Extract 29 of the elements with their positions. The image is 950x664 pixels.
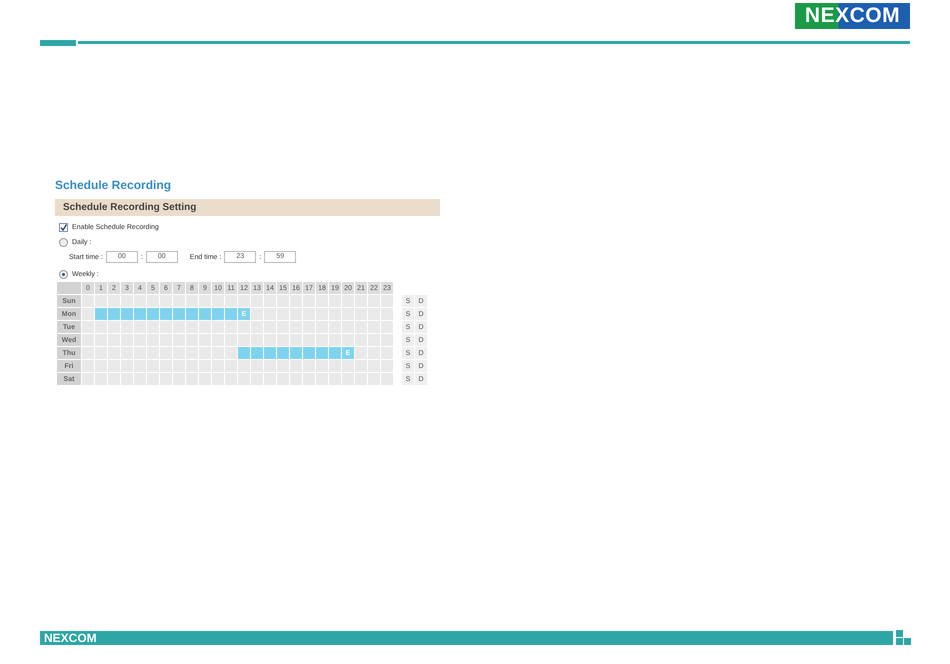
checkbox[interactable]	[59, 223, 68, 232]
scheduled-slot[interactable]	[199, 308, 211, 320]
scheduled-slot[interactable]	[251, 347, 263, 359]
squares-icon	[896, 630, 911, 645]
scheduled-slot[interactable]	[121, 308, 133, 320]
scheduled-slot[interactable]	[264, 347, 276, 359]
section-header: Schedule Recording Setting	[55, 199, 440, 216]
page-title: Schedule Recording	[55, 178, 172, 192]
scheduled-slot[interactable]	[147, 308, 159, 320]
scheduled-slot[interactable]	[173, 308, 185, 320]
header-accent-bar	[40, 40, 76, 46]
scheduled-slot[interactable]	[238, 347, 250, 359]
scheduled-slot[interactable]	[303, 347, 315, 359]
scheduled-slot[interactable]	[186, 308, 198, 320]
header-corner	[57, 282, 81, 294]
scheduled-slot[interactable]	[225, 308, 237, 320]
scheduled-slot[interactable]	[160, 308, 172, 320]
brand-logo: NEXCOM	[795, 3, 910, 29]
scheduled-slot[interactable]	[329, 347, 341, 359]
radio-button[interactable]	[59, 270, 68, 279]
radio-button[interactable]	[59, 238, 68, 247]
scheduled-slot[interactable]	[316, 347, 328, 359]
scheduled-slot[interactable]	[277, 347, 289, 359]
scheduled-slot[interactable]	[108, 308, 120, 320]
footer-logo: NEXCOM	[44, 630, 97, 644]
scheduled-slot[interactable]	[290, 347, 302, 359]
scheduled-slot[interactable]	[95, 308, 107, 320]
scheduled-slot[interactable]	[212, 308, 224, 320]
scheduled-slot[interactable]	[134, 308, 146, 320]
